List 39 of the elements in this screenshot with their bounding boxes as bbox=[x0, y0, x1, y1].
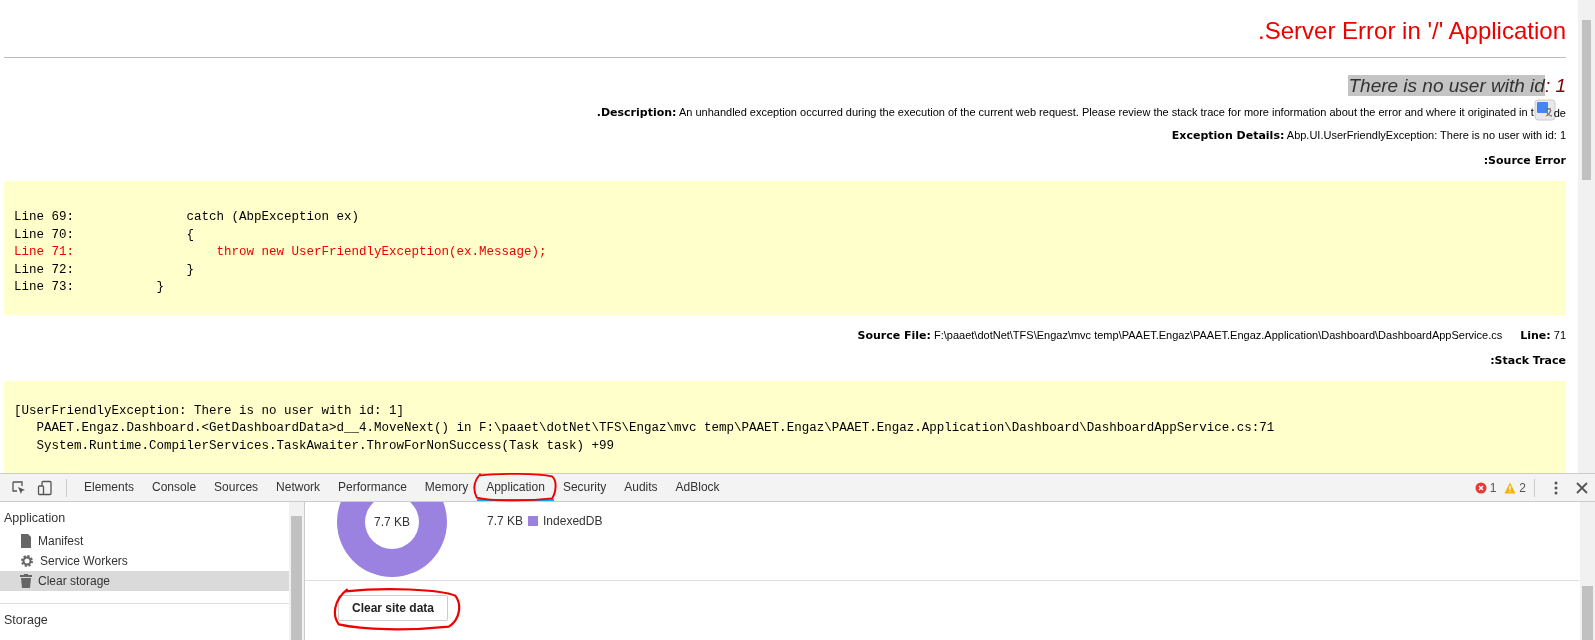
sidebar-heading: Application bbox=[3, 510, 67, 527]
devtools-tab[interactable]: AdBlock bbox=[666, 474, 729, 501]
warning-count[interactable]: 2 bbox=[1519, 480, 1526, 495]
error-message: There is no user with id bbox=[1348, 75, 1545, 96]
usage-total: 7.7 KB bbox=[373, 515, 411, 529]
code-line: Line 73: } bbox=[14, 279, 166, 296]
section-heading: :Source Error bbox=[1483, 154, 1566, 167]
sidebar-item[interactable]: Manifest bbox=[0, 531, 289, 551]
error-message-id: : 1 bbox=[1544, 75, 1566, 96]
sidebar-item[interactable]: Service Workers bbox=[0, 551, 289, 571]
stack-trace-line: [UserFriendlyException: There is no user with id: 1] bbox=[14, 402, 406, 420]
devtools-tab[interactable]: Audits bbox=[615, 474, 667, 501]
sidebar-item[interactable]: Clear storage bbox=[0, 571, 289, 591]
clear-site-data-button[interactable]: Clear site data bbox=[338, 595, 449, 621]
description-text: de bbox=[1553, 107, 1566, 119]
description-text: .Description: An unhandled exception occurred during the execution of the current web request. Please review the stack trace for more information about the error and where it originated in t bbox=[596, 106, 1534, 119]
devtools-tab[interactable]: Performance bbox=[329, 474, 416, 501]
devtools-tab[interactable]: Console bbox=[143, 474, 206, 501]
legend-amount: 7.7 KB bbox=[487, 514, 524, 528]
page-title: .Server Error in '/' Application bbox=[1257, 16, 1566, 46]
source-file-path: Source File: F:\paaet\dotNet\TFS\Engaz\mvc temp\PAAET.Engaz\PAAET.Engaz.Application\Dashboard\DashboardAppService.cs bbox=[857, 328, 1503, 342]
sidebar-heading: Storage bbox=[3, 612, 49, 629]
devtools-tab[interactable]: Application bbox=[477, 474, 554, 501]
code-line: Line 70: { bbox=[14, 226, 196, 244]
code-line: Line 69: catch (AbpException ex) bbox=[14, 209, 361, 226]
source-line-number: Line: 71 bbox=[1520, 328, 1566, 342]
devtools-tab[interactable]: Memory bbox=[415, 474, 478, 501]
code-line: Line 72: } bbox=[14, 261, 196, 279]
exception-details: Exception Details: Abp.UI.UserFriendlyException: There is no user with id: 1 bbox=[1171, 129, 1566, 142]
legend-label: IndexedDB bbox=[543, 514, 603, 528]
devtools-tab[interactable]: Sources bbox=[205, 474, 268, 501]
stack-trace-line: PAAET.Engaz.Dashboard.<GetDashboardData>d__4.MoveNext() in F:\paaet\dotNet\TFS\Engaz\mvc temp\PAAET.Engaz\PAAET.Engaz.Application\Dashboard\DashboardAppService.cs:71 bbox=[35, 420, 1276, 437]
code-line: Line 71: throw new UserFriendlyException(ex.Message); bbox=[14, 244, 548, 261]
devtools-tab[interactable]: Elements bbox=[75, 474, 144, 501]
devtools-tab[interactable]: Security bbox=[553, 474, 616, 501]
section-heading: :Stack Trace bbox=[1490, 353, 1566, 367]
error-count[interactable]: 1 bbox=[1489, 480, 1497, 495]
devtools-tab[interactable]: Network bbox=[267, 474, 330, 501]
stack-trace-line: System.Runtime.CompilerServices.TaskAwaiter.ThrowForNonSuccess(Task task) +99 bbox=[35, 437, 616, 455]
